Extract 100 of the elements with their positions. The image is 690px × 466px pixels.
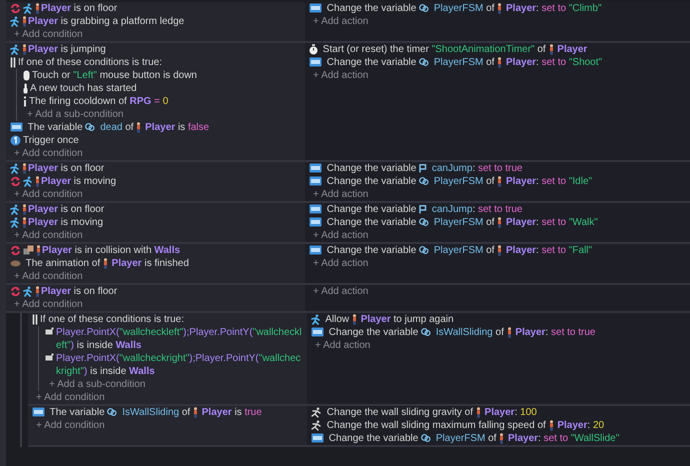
action-text: PlayerFSM of bbox=[434, 245, 496, 256]
linked-circles-icon bbox=[419, 218, 430, 226]
character-icon bbox=[506, 326, 512, 338]
running-figure-icon bbox=[10, 204, 20, 215]
or-bars-icon bbox=[32, 314, 38, 325]
condition-text: Player is on floor bbox=[28, 203, 106, 216]
condition-text: Player is jumping bbox=[28, 43, 107, 56]
running-figure-icon bbox=[23, 286, 33, 297]
condition-text: Player is moving bbox=[41, 175, 118, 188]
add-condition-button[interactable]: + Add condition bbox=[10, 28, 83, 41]
condition-text: The firing cooldown of RPG = 0 bbox=[29, 95, 170, 108]
linked-circles-icon bbox=[107, 408, 118, 416]
character-icon bbox=[22, 163, 27, 174]
condition-text: Player is false bbox=[145, 122, 210, 133]
invert-arrows-icon bbox=[10, 3, 21, 14]
add-action-button[interactable]: + Add action bbox=[309, 229, 368, 242]
variable-icon bbox=[309, 204, 322, 214]
action-text: Player: set to "Walk" bbox=[506, 217, 598, 228]
sliding-figure-icon bbox=[311, 406, 322, 418]
action-text: Allow bbox=[325, 314, 350, 325]
condition-text: Player is on floor bbox=[41, 285, 118, 298]
character-icon bbox=[497, 216, 502, 228]
variable-icon bbox=[309, 3, 322, 14]
condition-text: Player is on floor bbox=[28, 162, 106, 175]
action-text: Change the variable bbox=[326, 176, 418, 187]
invert-arrows-icon bbox=[10, 176, 21, 187]
linked-circles-icon bbox=[419, 246, 430, 254]
add-sub-condition-button[interactable]: + Add a sub-condition bbox=[45, 378, 146, 391]
add-sub-condition-button[interactable]: + Add a sub-condition bbox=[23, 108, 124, 121]
condition-text: Touch or "Left" mouse button is down bbox=[32, 69, 198, 82]
action-text: Player: set to "Fall" bbox=[506, 245, 592, 256]
finger-icon bbox=[23, 83, 28, 94]
action-text: PlayerFSM of bbox=[434, 217, 496, 228]
variable-icon bbox=[309, 57, 322, 68]
character-icon bbox=[548, 420, 554, 431]
condition-text: The animation of bbox=[26, 258, 102, 269]
add-action-button[interactable]: + Add action bbox=[309, 285, 368, 298]
add-condition-button[interactable]: + Add condition bbox=[32, 391, 105, 404]
linked-circles-icon bbox=[419, 177, 430, 186]
action-text: Player bbox=[557, 44, 588, 55]
add-action-button[interactable]: + Add action bbox=[311, 339, 370, 352]
add-action-button[interactable]: + Add action bbox=[309, 69, 368, 82]
condition-text: Player is true bbox=[202, 407, 262, 418]
add-action-button[interactable]: + Add action bbox=[309, 15, 368, 28]
character-icon bbox=[36, 245, 41, 256]
number-one-icon bbox=[10, 135, 21, 146]
variable-icon bbox=[309, 176, 322, 186]
condition-text: If one of these conditions is true: bbox=[40, 313, 185, 326]
add-condition-button[interactable]: + Add condition bbox=[10, 229, 83, 242]
character-icon bbox=[22, 44, 27, 55]
action-text: Change the variable bbox=[326, 217, 418, 228]
condition-text: Player is moving bbox=[28, 216, 104, 229]
condition-text: Player.PointX("wallcheckleft");Player.PointY("wallcheckleft") is inside Walls bbox=[56, 326, 303, 352]
add-condition-button[interactable]: + Add condition bbox=[10, 298, 83, 311]
add-action-button[interactable]: + Add action bbox=[309, 188, 368, 201]
mouse-icon bbox=[23, 70, 30, 81]
variable-icon bbox=[10, 122, 23, 132]
condition-text: Player.PointX("wallcheckright");Player.PointY("wallcheckright") is inside Walls bbox=[56, 352, 302, 378]
character-icon bbox=[35, 286, 40, 297]
invert-arrows-icon bbox=[10, 286, 21, 297]
condition-text: The variable bbox=[50, 407, 106, 418]
condition-text: A new touch has started bbox=[30, 82, 138, 95]
running-figure-icon bbox=[23, 176, 33, 187]
linked-circles-icon bbox=[421, 328, 432, 336]
condition-text: Player is grabbing a platform ledge bbox=[28, 15, 186, 28]
character-icon bbox=[476, 406, 481, 418]
condition-text: IsWallSliding of bbox=[122, 407, 192, 418]
character-icon bbox=[22, 204, 27, 215]
linked-circles-icon bbox=[421, 434, 432, 442]
condition-text: Player is finished bbox=[112, 258, 189, 269]
variable-icon bbox=[311, 433, 324, 444]
action-text: Player: 100 bbox=[484, 407, 537, 418]
action-text: canJump: set to true bbox=[432, 204, 522, 215]
variable-icon bbox=[32, 407, 45, 418]
condition-text: The variable bbox=[28, 122, 84, 133]
action-text: Player to jump again bbox=[360, 314, 454, 325]
character-icon bbox=[497, 2, 502, 14]
oval-icon bbox=[10, 260, 21, 267]
action-text: Change the wall sliding maximum falling speed of bbox=[326, 420, 547, 431]
blocks-icon bbox=[23, 245, 34, 255]
character-icon bbox=[22, 217, 27, 228]
add-action-button[interactable]: + Add action bbox=[309, 257, 368, 270]
condition-text: Trigger once bbox=[23, 134, 80, 147]
linked-circles-icon bbox=[419, 58, 430, 66]
variable-icon bbox=[309, 217, 322, 228]
character-icon bbox=[499, 432, 504, 444]
add-condition-button[interactable]: + Add condition bbox=[10, 147, 83, 160]
action-text: Change the variable bbox=[326, 3, 418, 14]
add-condition-button[interactable]: + Add condition bbox=[10, 270, 83, 283]
character-icon bbox=[22, 16, 27, 27]
action-text: PlayerFSM of bbox=[436, 433, 498, 444]
running-figure-icon bbox=[10, 16, 20, 27]
running-figure-icon bbox=[10, 217, 20, 228]
add-condition-button[interactable]: + Add condition bbox=[10, 188, 83, 201]
linked-circles-icon bbox=[85, 123, 96, 132]
variable-icon bbox=[309, 163, 322, 174]
condition-text: dead of bbox=[100, 122, 135, 133]
action-text: Player: set to "Idle" bbox=[506, 176, 592, 187]
or-bars-icon bbox=[10, 57, 16, 68]
add-condition-button[interactable]: + Add condition bbox=[32, 419, 105, 432]
